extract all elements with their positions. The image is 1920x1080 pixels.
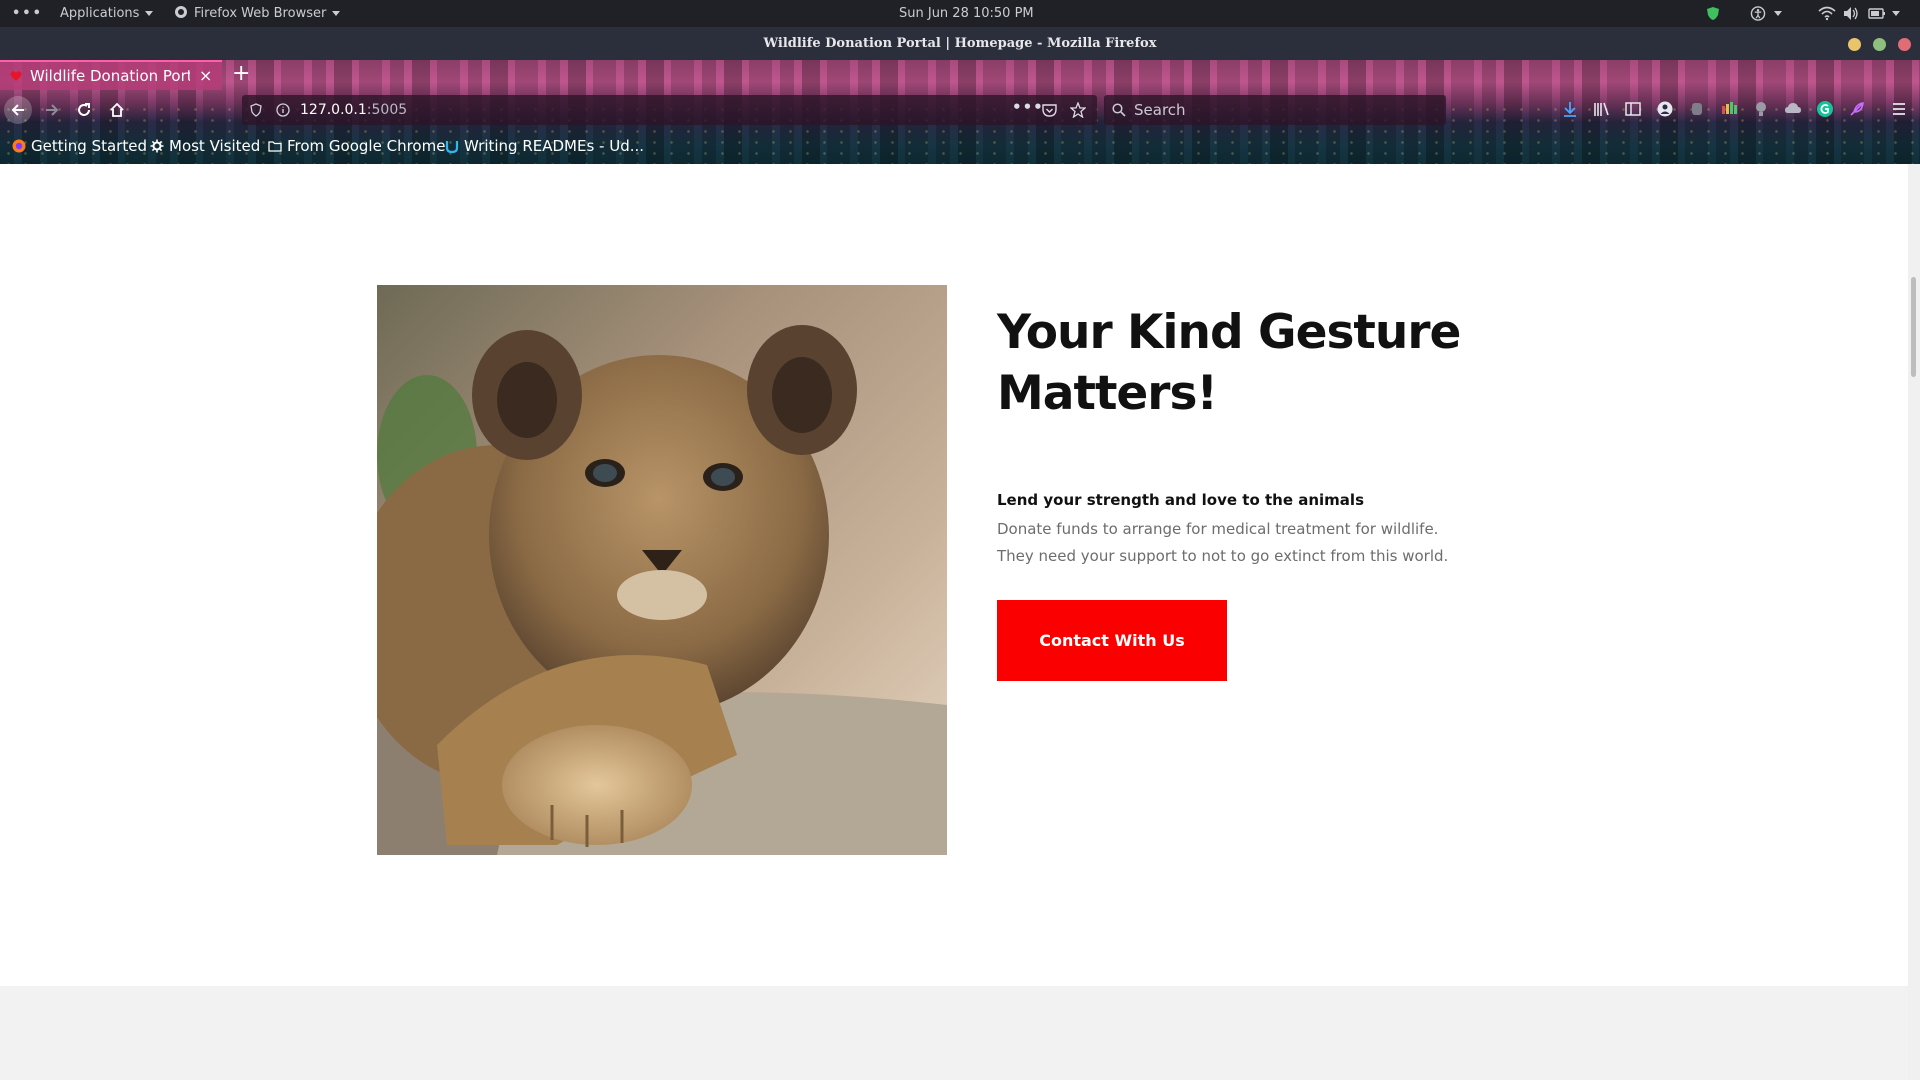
udacity-icon	[445, 141, 459, 153]
lion-cub-photo	[377, 285, 947, 855]
minimize-button[interactable]	[1848, 38, 1861, 51]
browser-toolbar-area: Wildlife Donation Porta × + 127.0.0.1:50…	[0, 60, 1920, 164]
url-text[interactable]: 127.0.0.1:5005	[300, 95, 407, 125]
accessibility-icon[interactable]	[1750, 6, 1766, 21]
bookmark-most-visited[interactable]: Most Visited	[150, 134, 260, 158]
url-bar[interactable]: 127.0.0.1:5005 •••	[242, 95, 1097, 125]
reload-button[interactable]	[70, 96, 98, 124]
clock[interactable]: Sun Jun 28 10:50 PM	[899, 0, 1034, 27]
hero-subheading: Lend your strength and love to the anima…	[997, 491, 1364, 509]
bookmark-writing-readmes[interactable]: Writing READMEs - Ud...	[445, 134, 644, 158]
shield-icon[interactable]	[1706, 6, 1720, 21]
extension-bulb-icon[interactable]	[1752, 100, 1770, 118]
chevron-down-icon	[145, 11, 154, 16]
gear-icon	[150, 139, 164, 153]
search-icon	[1112, 103, 1126, 117]
account-icon[interactable]	[1656, 100, 1674, 118]
hero-headline: Your Kind Gesture Matters!	[997, 305, 1461, 421]
back-button[interactable]	[4, 96, 32, 124]
arrow-right-icon	[46, 104, 59, 116]
bookmark-label: Getting Started	[31, 137, 147, 155]
page-scrollbar[interactable]	[1908, 164, 1920, 1080]
grammarly-icon[interactable]	[1816, 100, 1834, 118]
activities-button[interactable]: •••	[12, 0, 43, 27]
volume-icon[interactable]	[1843, 6, 1859, 21]
star-icon[interactable]	[1070, 102, 1086, 118]
firefox-small-icon	[175, 6, 187, 18]
scrollbar-thumb[interactable]	[1911, 277, 1916, 377]
hamburger-menu-icon[interactable]	[1890, 100, 1908, 118]
app-name-label: Firefox Web Browser	[194, 6, 327, 21]
applications-label: Applications	[60, 6, 140, 21]
chevron-down-icon[interactable]	[1774, 0, 1782, 27]
bookmark-getting-started[interactable]: Getting Started	[12, 134, 147, 158]
url-host: 127.0.0.1	[300, 102, 367, 118]
navigation-bar: 127.0.0.1:5005 ••• Search	[0, 92, 1920, 128]
home-icon	[110, 102, 124, 117]
download-icon[interactable]	[1561, 100, 1579, 118]
tab-title: Wildlife Donation Porta	[30, 67, 190, 85]
pocket-icon[interactable]	[1042, 103, 1057, 117]
extension-cloud-icon[interactable]	[1784, 100, 1802, 118]
battery-icon[interactable]	[1868, 6, 1886, 21]
hero-section: Your Kind Gesture Matters! Lend your str…	[0, 164, 1908, 986]
window-title-bar: Wildlife Donation Portal | Homepage - Mo…	[0, 27, 1920, 60]
page-actions-icon[interactable]: •••	[1012, 98, 1044, 116]
chevron-down-icon	[332, 11, 341, 16]
close-window-button[interactable]	[1898, 38, 1911, 51]
app-menu[interactable]: Firefox Web Browser	[174, 0, 341, 27]
extension-meter-icon[interactable]	[1720, 100, 1738, 118]
bookmark-label: From Google Chrome	[287, 137, 446, 155]
tab-close-icon[interactable]: ×	[199, 62, 212, 90]
heart-icon	[10, 71, 22, 81]
bookmark-label: Writing READMEs - Ud...	[464, 137, 645, 155]
url-port: :5005	[366, 102, 408, 118]
library-icon[interactable]	[1593, 100, 1611, 118]
info-icon[interactable]	[276, 103, 290, 117]
forward-button[interactable]	[38, 96, 66, 124]
wifi-icon[interactable]	[1818, 6, 1836, 21]
reload-icon	[78, 103, 90, 116]
folder-icon	[268, 141, 282, 152]
window-title: Wildlife Donation Portal | Homepage - Mo…	[763, 36, 1157, 51]
hero-description: Donate funds to arrange for medical trea…	[997, 520, 1449, 565]
extension-hand-icon[interactable]	[1688, 100, 1706, 118]
tracking-shield-icon[interactable]	[250, 103, 262, 117]
bookmark-folder-from-google-chrome[interactable]: From Google Chrome	[268, 134, 445, 158]
maximize-button[interactable]	[1873, 38, 1886, 51]
bookmark-label: Most Visited	[169, 137, 261, 155]
page-viewport: Your Kind Gesture Matters! Lend your str…	[0, 164, 1908, 1080]
chevron-down-icon[interactable]	[1892, 0, 1900, 27]
tab-wildlife-donation[interactable]: Wildlife Donation Porta ×	[0, 60, 222, 90]
contact-with-us-button[interactable]: Contact With Us	[997, 600, 1227, 681]
new-tab-button[interactable]: +	[232, 60, 250, 88]
search-bar[interactable]: Search	[1104, 95, 1446, 125]
bookmarks-toolbar: Getting Started Most Visited From Google…	[0, 130, 1920, 162]
applications-menu[interactable]: Applications	[60, 0, 154, 27]
firefox-icon	[12, 139, 26, 153]
extension-feather-icon[interactable]	[1848, 100, 1866, 118]
arrow-left-icon	[11, 104, 24, 116]
system-top-bar: ••• Applications Firefox Web Browser Sun…	[0, 0, 1920, 27]
sidebar-icon[interactable]	[1624, 100, 1642, 118]
search-placeholder: Search	[1134, 101, 1186, 119]
home-button[interactable]	[103, 96, 131, 124]
